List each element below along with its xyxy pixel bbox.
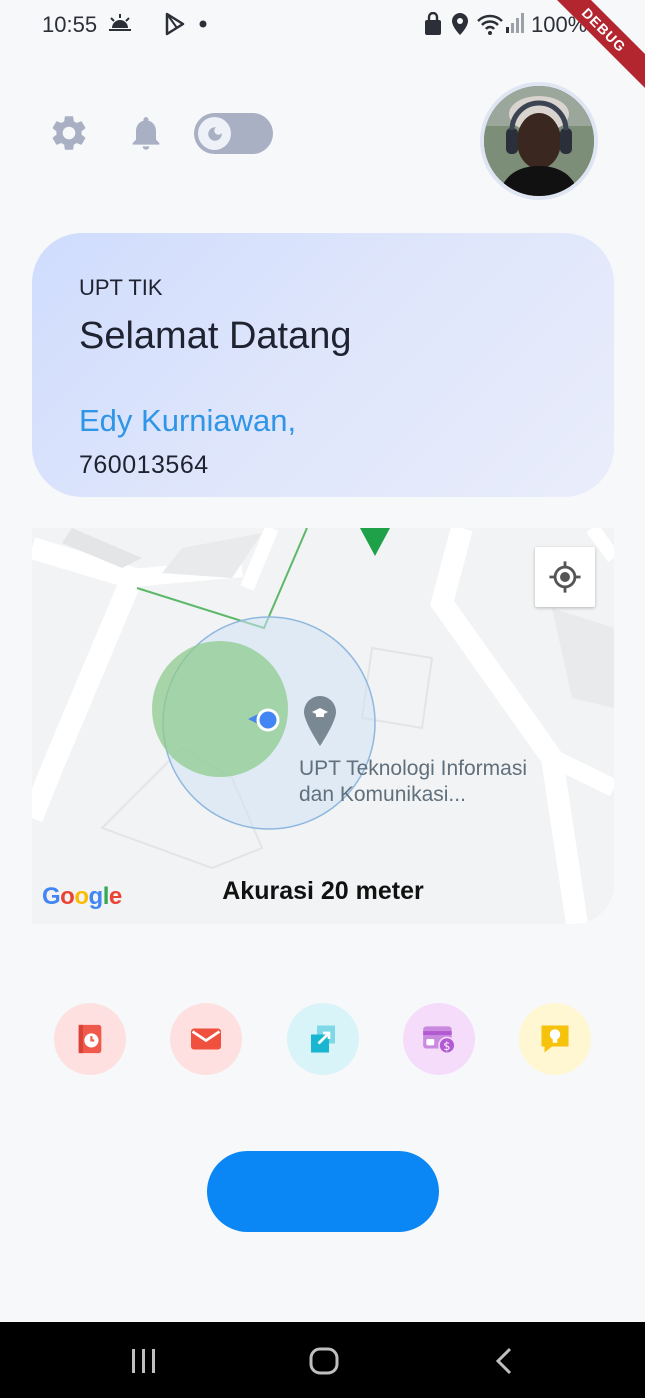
back-icon[interactable] — [492, 1346, 516, 1376]
toggle-knob — [198, 117, 231, 150]
swap-arrows-icon — [311, 1025, 335, 1053]
location-map[interactable]: UPT Teknologi Informasi dan Komunikasi..… — [32, 528, 614, 924]
primary-action-button[interactable] — [207, 1151, 439, 1232]
book-clock-icon — [78, 1024, 102, 1054]
user-id: 760013564 — [79, 451, 209, 479]
dark-mode-toggle[interactable] — [194, 113, 273, 154]
menu-item-attendance[interactable] — [54, 1003, 126, 1075]
welcome-title: Selamat Datang — [79, 315, 352, 357]
money-card-icon: $ — [423, 1026, 456, 1055]
menu-caption — [40, 1087, 140, 1097]
settings-gear-icon[interactable] — [48, 112, 90, 154]
wifi-icon — [477, 14, 503, 35]
recycle-lock-icon — [425, 12, 441, 35]
recent-apps-icon[interactable] — [129, 1346, 159, 1376]
poi-label[interactable]: UPT Teknologi Informasi dan Komunikasi..… — [299, 756, 527, 808]
play-store-icon — [165, 12, 185, 36]
notification-bell-icon[interactable] — [126, 112, 166, 154]
map-tiles — [32, 528, 614, 924]
mail-icon — [191, 1028, 221, 1050]
my-location-button[interactable] — [535, 547, 595, 607]
avatar-image — [484, 86, 594, 196]
idea-bubble-icon — [541, 1025, 569, 1053]
welcome-card: UPT TIK Selamat Datang Edy Kurniawan, 76… — [32, 233, 614, 497]
accuracy-label: Akurasi 20 meter — [222, 877, 424, 905]
poi-label-line2: dan Komunikasi... — [299, 783, 466, 806]
system-nav-bar — [0, 1322, 645, 1398]
location-pin-icon — [452, 13, 468, 35]
organization-label: UPT TIK — [79, 275, 163, 300]
clock: 10:55 — [42, 12, 98, 37]
signal-icon — [506, 13, 524, 33]
user-name: Edy Kurniawan, — [79, 403, 297, 438]
menu-item-ideas[interactable] — [519, 1003, 591, 1075]
poi-label-line1: UPT Teknologi Informasi — [299, 757, 527, 780]
moon-icon — [207, 126, 222, 141]
menu-item-transfer[interactable] — [287, 1003, 359, 1075]
menu-row: $ — [0, 1003, 645, 1098]
svg-text:$: $ — [443, 1040, 450, 1053]
top-controls — [48, 110, 288, 158]
home-icon[interactable] — [308, 1346, 340, 1376]
menu-item-mail[interactable] — [170, 1003, 242, 1075]
avatar[interactable] — [480, 82, 598, 200]
menu-item-payroll[interactable]: $ — [403, 1003, 475, 1075]
notification-dot-icon — [199, 20, 207, 28]
crosshair-icon — [549, 561, 581, 593]
status-bar: 10:55 100% DEBUG — [0, 0, 645, 92]
weather-icon — [109, 14, 131, 31]
